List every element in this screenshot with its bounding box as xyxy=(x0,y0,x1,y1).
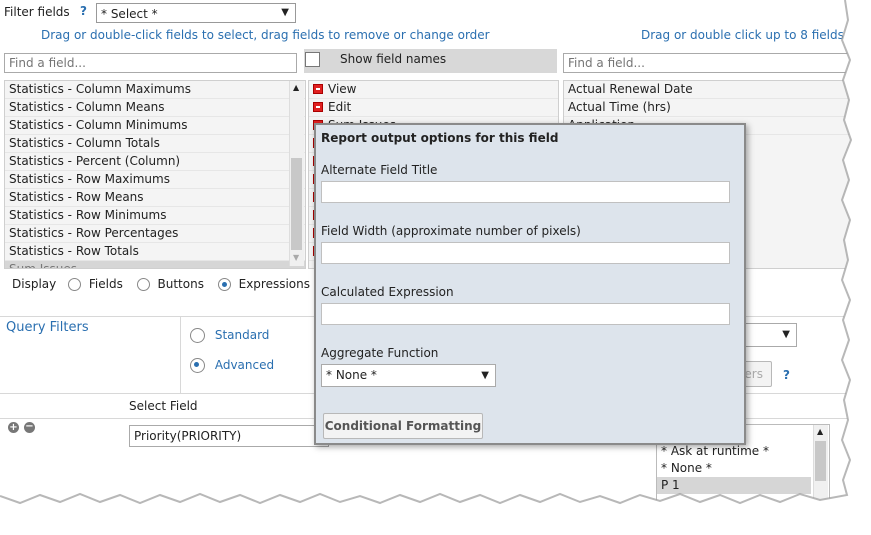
torn-edge-decoration xyxy=(0,0,871,535)
